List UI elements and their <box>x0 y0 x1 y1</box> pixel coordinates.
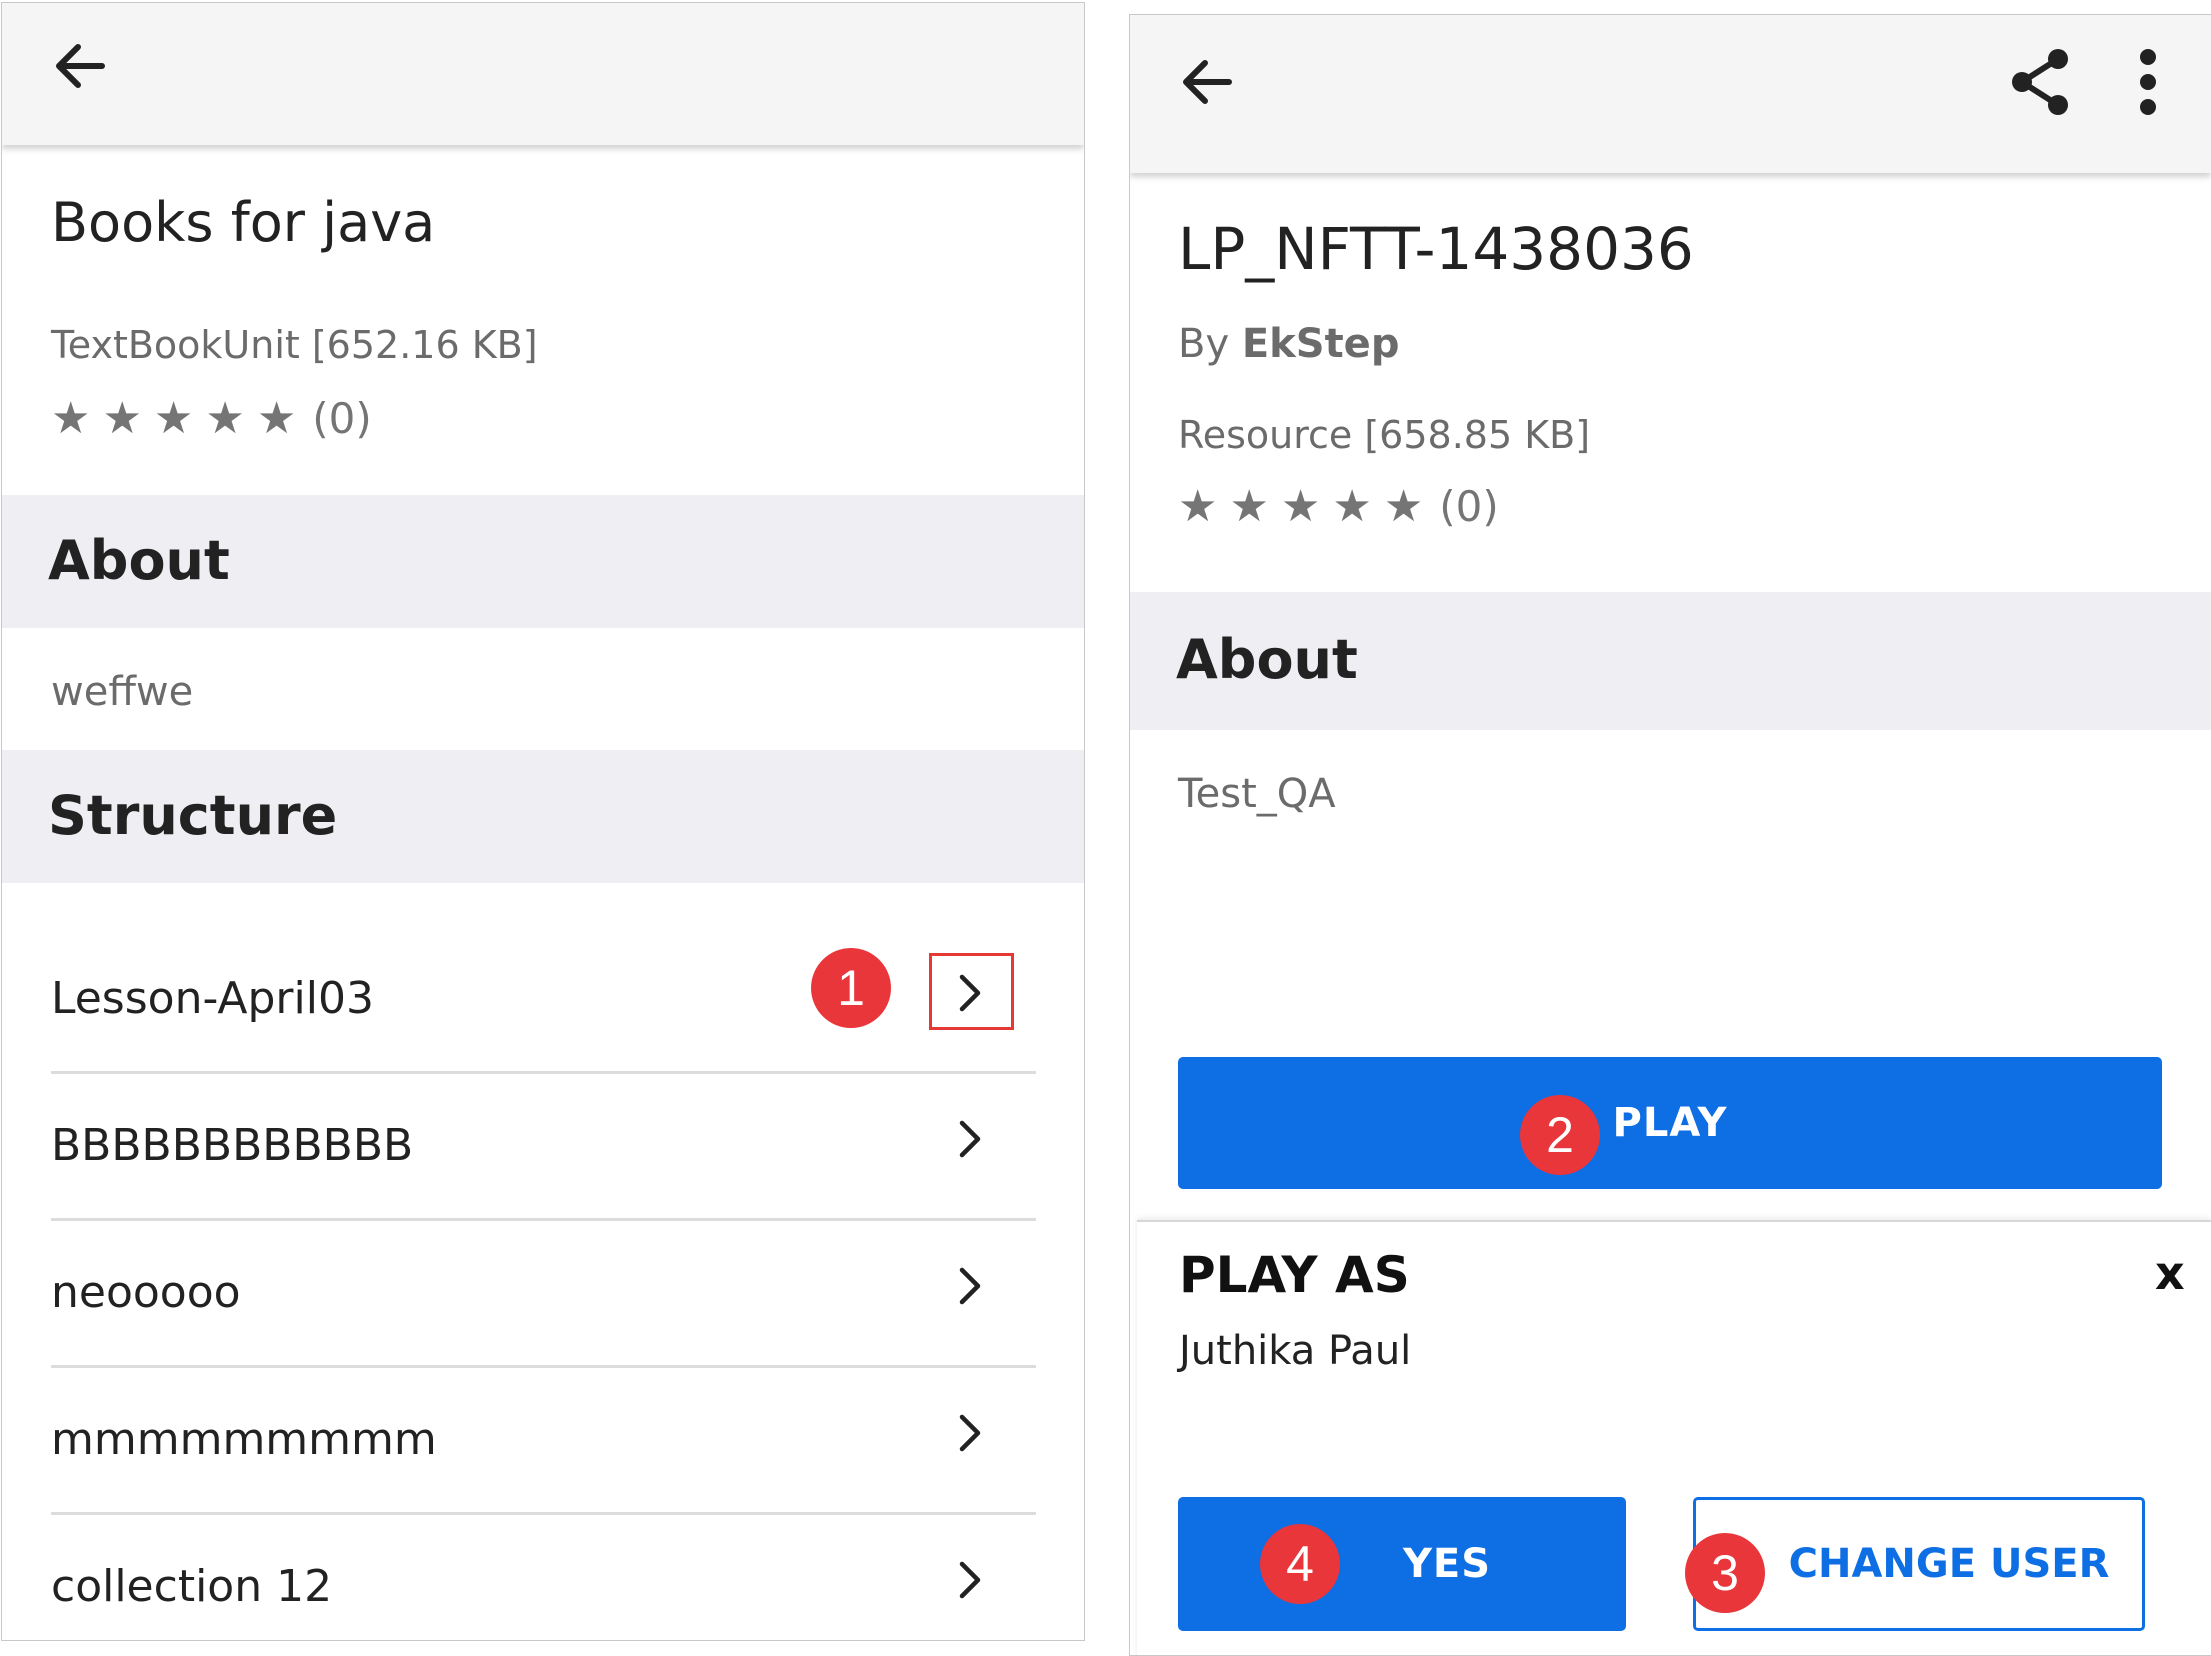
divider <box>51 1071 1036 1074</box>
content-meta: Resource [658.85 KB] <box>1178 413 1591 457</box>
about-section-header: About <box>2 495 1084 628</box>
author-prefix: By <box>1178 321 1242 367</box>
star-icon: ★ <box>1383 481 1424 532</box>
play-button[interactable]: PLAY <box>1178 1057 2162 1189</box>
list-item-label: Lesson-April03 <box>51 973 374 1024</box>
about-text: Test_QA <box>1178 771 1336 817</box>
rating[interactable]: ★ ★ ★ ★ ★ (0) <box>51 393 372 444</box>
back-arrow-icon[interactable] <box>1179 57 1235 107</box>
rating-count: (0) <box>1439 482 1499 531</box>
list-item-label: collection 12 <box>51 1561 333 1612</box>
about-text: weffwe <box>51 669 194 715</box>
author-name: EkStep <box>1241 321 1400 367</box>
chevron-right-icon[interactable] <box>955 1119 985 1159</box>
list-item-label: BBBBBBBBBBBB <box>51 1120 414 1171</box>
structure-heading: Structure <box>48 784 338 847</box>
list-item[interactable]: collection 12 <box>51 1521 1036 1640</box>
rating-count: (0) <box>312 394 372 443</box>
user-name: Juthika Paul <box>1179 1328 1412 1374</box>
about-heading: About <box>48 529 230 592</box>
share-icon[interactable] <box>2008 47 2072 117</box>
resource-detail-panel: LP_NFTT-1438036 By EkStep Resource [658.… <box>1129 14 2211 1656</box>
star-icon: ★ <box>102 393 142 444</box>
list-item[interactable]: BBBBBBBBBBBB <box>51 1080 1036 1220</box>
app-bar <box>1130 15 2211 173</box>
list-item-label: mmmmmmmmm <box>51 1414 437 1465</box>
more-vert-icon[interactable] <box>2136 47 2160 117</box>
rating[interactable]: ★ ★ ★ ★ ★ (0) <box>1178 481 1499 532</box>
step-marker-3: 3 <box>1685 1533 1765 1613</box>
content-title: LP_NFTT-1438036 <box>1178 215 1694 283</box>
textbook-detail-panel: Books for java TextBookUnit [652.16 KB] … <box>1 2 1085 1641</box>
step-marker-2: 2 <box>1520 1095 1600 1175</box>
star-icon: ★ <box>205 393 245 444</box>
content-meta: TextBookUnit [652.16 KB] <box>51 323 538 367</box>
divider <box>51 1218 1036 1221</box>
content-title: Books for java <box>51 191 436 254</box>
star-icon: ★ <box>1178 481 1218 532</box>
back-arrow-icon[interactable] <box>52 41 108 91</box>
app-bar <box>2 3 1084 145</box>
yes-label: YES <box>1402 1541 1492 1587</box>
chevron-right-icon[interactable] <box>955 1266 985 1306</box>
author-line: By EkStep <box>1178 321 1399 367</box>
star-icon: ★ <box>1229 481 1269 532</box>
chevron-right-icon[interactable] <box>955 1413 985 1453</box>
yes-button[interactable]: YES <box>1178 1497 1626 1631</box>
about-heading: About <box>1176 628 1358 691</box>
star-icon: ★ <box>256 393 297 444</box>
play-label: PLAY <box>1612 1100 1728 1146</box>
star-icon: ★ <box>1332 481 1372 532</box>
star-icon: ★ <box>1280 481 1321 532</box>
list-item[interactable]: Lesson-April03 1 <box>51 933 1036 1073</box>
chevron-right-icon[interactable] <box>955 973 985 1013</box>
structure-section-header: Structure <box>2 750 1084 883</box>
change-user-label: CHANGE USER <box>1788 1541 2110 1587</box>
chevron-right-icon[interactable] <box>955 1560 985 1600</box>
list-item[interactable]: neooooo <box>51 1227 1036 1367</box>
divider <box>51 1365 1036 1368</box>
sheet-heading: PLAY AS <box>1179 1246 1410 1304</box>
list-item[interactable]: mmmmmmmmm <box>51 1374 1036 1514</box>
divider <box>51 1512 1036 1515</box>
star-icon: ★ <box>153 393 194 444</box>
about-section-header: About <box>1130 592 2211 730</box>
close-icon[interactable]: x <box>2155 1246 2185 1300</box>
star-icon: ★ <box>51 393 91 444</box>
play-as-sheet: PLAY AS x Juthika Paul YES 4 CHANGE USER… <box>1137 1220 2211 1655</box>
list-item-label: neooooo <box>51 1267 241 1318</box>
step-marker-1: 1 <box>811 948 891 1028</box>
step-marker-4: 4 <box>1260 1524 1340 1604</box>
